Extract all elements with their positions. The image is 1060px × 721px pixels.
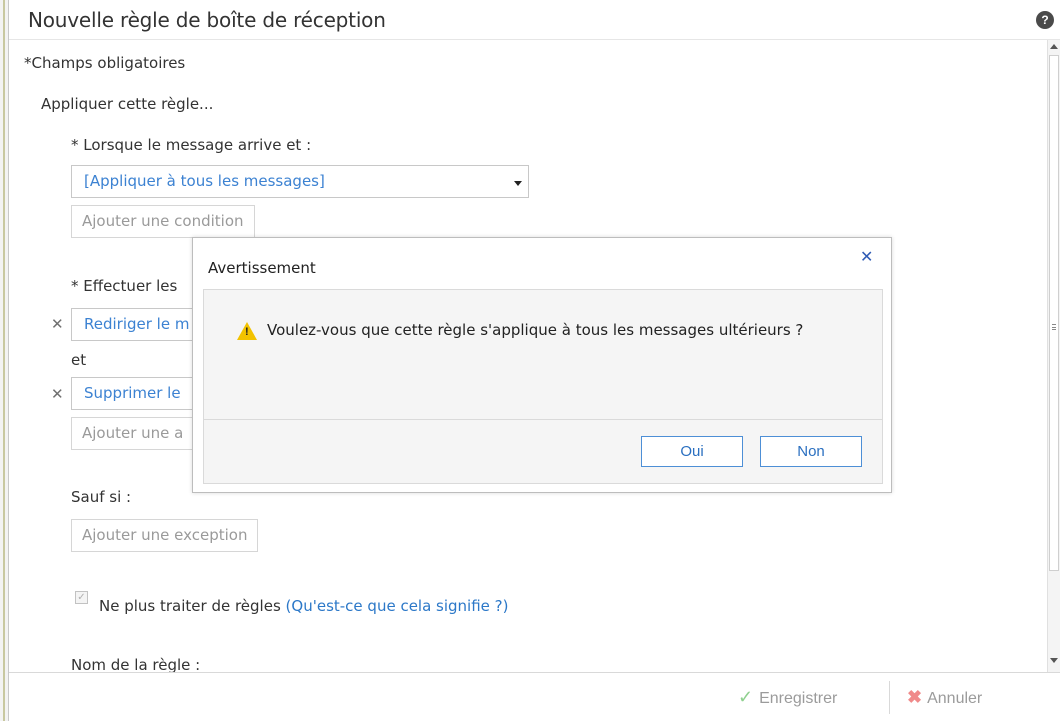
no-button[interactable]: Non (760, 436, 862, 467)
left-edge-accent (3, 0, 5, 721)
rule-name-label: Nom de la règle : (71, 656, 201, 672)
scroll-down-arrow-icon[interactable] (1050, 658, 1058, 663)
what-does-this-mean-link[interactable]: (Qu'est-ce que cela signifie ?) (286, 597, 509, 615)
cancel-button[interactable]: ✖ Annuler (907, 687, 982, 708)
red-x-icon: ✖ (907, 687, 923, 707)
when-message-arrives-label: * Lorsque le message arrive et : (71, 136, 312, 154)
scroll-grip-icon (1052, 324, 1056, 330)
stop-processing-label: Ne plus traiter de règles (Qu'est-ce que… (99, 597, 508, 615)
action-2-dropdown[interactable]: Supprimer le (71, 377, 211, 410)
and-label: et (71, 351, 87, 369)
close-icon[interactable]: ✕ (860, 247, 873, 266)
dialog-divider (204, 419, 882, 420)
cancel-button-label: Annuler (927, 690, 983, 707)
checkmark-icon: ✓ (738, 687, 754, 707)
left-window-edge (0, 0, 9, 721)
warning-dialog: Avertissement ✕ ! Voulez-vous que cette … (192, 237, 892, 493)
scroll-thumb[interactable] (1049, 55, 1059, 571)
action-1-dropdown[interactable]: Rediriger le m (71, 308, 211, 341)
remove-action-1-icon[interactable]: ✕ (51, 315, 64, 333)
save-button[interactable]: ✓ Enregistrer (738, 687, 837, 708)
chevron-down-icon (514, 181, 522, 186)
action-1-value: Rediriger le m (84, 315, 190, 333)
dialog-footer: ✓ Enregistrer ✖ Annuler (9, 672, 1060, 721)
warning-icon-mark: ! (245, 326, 249, 338)
do-the-following-label: * Effectuer les (71, 277, 178, 295)
stop-processing-checkbox[interactable]: ✓ (75, 591, 88, 604)
warning-dialog-title: Avertissement (208, 259, 316, 277)
help-icon[interactable]: ? (1036, 11, 1054, 29)
warning-message: Voulez-vous que cette règle s'applique à… (267, 321, 804, 339)
add-action-button[interactable]: Ajouter une a (71, 417, 211, 450)
window-title: Nouvelle règle de boîte de réception (28, 8, 386, 32)
warning-dialog-body: ! Voulez-vous que cette règle s'applique… (203, 289, 883, 484)
condition-dropdown[interactable]: [Appliquer à tous les messages] (71, 165, 529, 198)
title-bar: Nouvelle règle de boîte de réception ? (9, 0, 1060, 40)
footer-divider (889, 681, 890, 714)
remove-action-2-icon[interactable]: ✕ (51, 385, 64, 403)
apply-rule-heading: Appliquer cette règle... (41, 95, 214, 113)
action-2-value: Supprimer le (84, 384, 181, 402)
add-exception-button[interactable]: Ajouter une exception (71, 519, 259, 552)
add-condition-button[interactable]: Ajouter une condition (71, 205, 255, 238)
yes-button[interactable]: Oui (641, 436, 743, 467)
stop-processing-text: Ne plus traiter de règles (99, 597, 281, 615)
vertical-scrollbar[interactable] (1047, 40, 1060, 672)
condition-dropdown-value: [Appliquer à tous les messages] (84, 172, 325, 190)
except-if-label: Sauf si : (71, 488, 132, 506)
scroll-up-arrow-icon[interactable] (1050, 44, 1058, 49)
save-button-label: Enregistrer (759, 690, 838, 707)
required-fields-note: *Champs obligatoires (24, 54, 186, 72)
